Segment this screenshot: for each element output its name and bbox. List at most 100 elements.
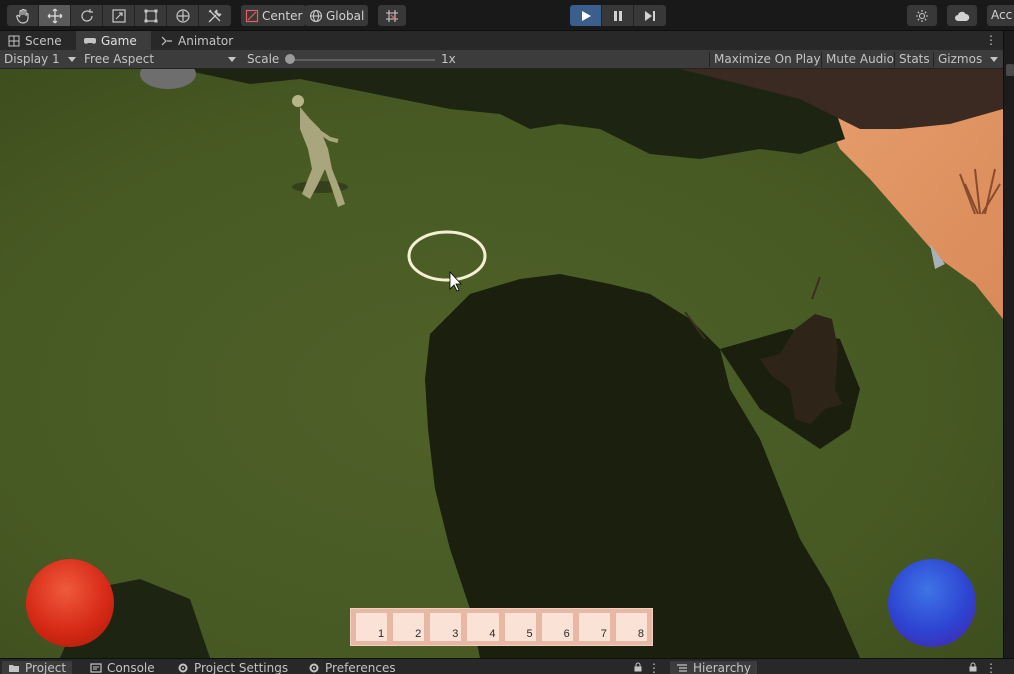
tab-animator[interactable]: Animator — [153, 31, 241, 50]
hotbar-slot[interactable]: 5 — [503, 612, 537, 642]
tab-scene[interactable]: Scene — [0, 31, 70, 50]
panel-menu-icon[interactable]: ⋮ — [983, 661, 999, 674]
rotate-icon — [80, 8, 93, 22]
console-icon — [90, 663, 102, 673]
lock-icon[interactable] — [633, 662, 643, 672]
sun-icon — [916, 9, 928, 22]
splitter-handle[interactable] — [1006, 64, 1014, 76]
display-label: Display 1 — [4, 52, 60, 66]
tab-animator-label: Animator — [178, 33, 234, 48]
grid-snap-button[interactable] — [378, 5, 406, 26]
stats-label: Stats — [899, 52, 930, 66]
play-icon — [581, 10, 591, 21]
move-arrows-icon — [47, 8, 62, 23]
gizmos-label: Gizmos — [938, 52, 983, 66]
hotbar-slot[interactable]: 8 — [614, 612, 648, 642]
view-tabbar: Scene Game Animator ⋮ — [0, 31, 1005, 50]
slot-number: 8 — [637, 628, 644, 640]
gizmos-chevron-down-icon — [990, 57, 998, 62]
hotbar: 1 2 3 4 5 6 7 8 — [350, 608, 653, 646]
aspect-label: Free Aspect — [84, 52, 155, 66]
play-button[interactable] — [570, 5, 602, 26]
services-button[interactable] — [907, 5, 937, 26]
tab-project[interactable]: Project — [2, 661, 73, 674]
slot-number: 6 — [563, 628, 570, 640]
gizmos-dropdown[interactable]: Gizmos — [938, 50, 982, 69]
gamepad-icon — [84, 37, 96, 44]
pivot-label: Center — [262, 8, 303, 23]
pivot-toggle[interactable]: Center — [241, 5, 307, 26]
account-label: Acc — [991, 8, 1013, 22]
hotbar-slot[interactable]: 6 — [540, 612, 574, 642]
game-view-toolbar: Display 1 Free Aspect Scale 1x Maximize … — [0, 50, 1005, 69]
tab-scene-label: Scene — [25, 33, 62, 48]
mute-label: Mute Audio — [826, 52, 894, 66]
tab-console[interactable]: Console — [84, 661, 161, 674]
scale-value: 1x — [441, 52, 456, 66]
grid-snap-icon — [386, 9, 398, 22]
folder-icon — [9, 665, 19, 672]
tab-preferences[interactable]: Preferences — [302, 661, 402, 674]
space-toggle[interactable]: Global — [305, 5, 369, 26]
tab-menu-icon[interactable]: ⋮ — [985, 34, 997, 46]
divider — [709, 52, 710, 67]
tab-project-settings-label: Project Settings — [194, 661, 289, 674]
maximize-on-play-toggle[interactable]: Maximize On Play — [714, 50, 821, 69]
hand-icon — [15, 8, 29, 24]
animator-icon — [161, 36, 172, 45]
mana-orb[interactable] — [888, 559, 976, 647]
tab-console-label: Console — [107, 661, 155, 674]
rect-tool-button[interactable] — [135, 5, 167, 26]
display-chevron-down-icon — [68, 57, 76, 62]
gear-icon — [309, 663, 319, 673]
tab-project-settings[interactable]: Project Settings — [171, 661, 294, 674]
hotbar-slot[interactable]: 1 — [355, 612, 389, 642]
step-button[interactable] — [634, 5, 666, 26]
aspect-chevron-down-icon — [228, 57, 236, 62]
list-icon — [677, 664, 687, 672]
cloud-button[interactable] — [947, 5, 977, 26]
custom-tool-button[interactable] — [199, 5, 231, 26]
hotbar-slot[interactable]: 4 — [466, 612, 500, 642]
scale-icon — [111, 8, 126, 23]
divider — [894, 52, 895, 67]
divider — [821, 52, 822, 67]
rotate-tool-button[interactable] — [71, 5, 103, 26]
aspect-dropdown[interactable]: Free Aspect — [84, 50, 154, 69]
cloud-icon — [955, 11, 970, 21]
mute-audio-toggle[interactable]: Mute Audio — [826, 50, 894, 69]
game-viewport[interactable]: 1 2 3 4 5 6 7 8 — [0, 69, 1003, 658]
slot-number: 1 — [378, 628, 385, 640]
stats-toggle[interactable]: Stats — [899, 50, 930, 69]
step-icon — [645, 10, 655, 21]
transform-tools — [7, 5, 231, 26]
pause-button[interactable] — [602, 5, 634, 26]
gear-icon — [178, 663, 188, 673]
hotbar-slot[interactable]: 2 — [392, 612, 426, 642]
display-dropdown[interactable]: Display 1 — [4, 50, 60, 69]
panel-menu-icon[interactable]: ⋮ — [646, 661, 662, 674]
slot-number: 4 — [489, 628, 496, 640]
playmode-controls — [570, 5, 666, 26]
scale-slider-track[interactable] — [290, 59, 435, 61]
health-orb[interactable] — [26, 559, 114, 647]
tab-project-label: Project — [25, 661, 67, 674]
tab-game[interactable]: Game — [76, 31, 151, 50]
lock-icon[interactable] — [968, 662, 978, 672]
tab-hierarchy[interactable]: Hierarchy — [670, 661, 758, 674]
scale-slider-thumb[interactable] — [285, 54, 295, 64]
move-tool-button[interactable] — [39, 5, 71, 26]
account-dropdown[interactable]: Acc — [987, 5, 1014, 26]
scale-tool-button[interactable] — [103, 5, 135, 26]
slot-number: 3 — [452, 628, 459, 640]
hotbar-slot[interactable]: 7 — [577, 612, 611, 642]
transform-tool-button[interactable] — [167, 5, 199, 26]
scale-label: Scale — [247, 52, 280, 66]
hand-tool-button[interactable] — [7, 5, 39, 26]
tab-game-label: Game — [101, 33, 137, 48]
pause-icon — [613, 10, 622, 21]
hotbar-slot[interactable]: 3 — [429, 612, 463, 642]
game-scene — [0, 69, 1003, 658]
bottom-tabbar: Project Console Project Settings Prefere… — [0, 658, 1014, 674]
slot-number: 5 — [526, 628, 533, 640]
